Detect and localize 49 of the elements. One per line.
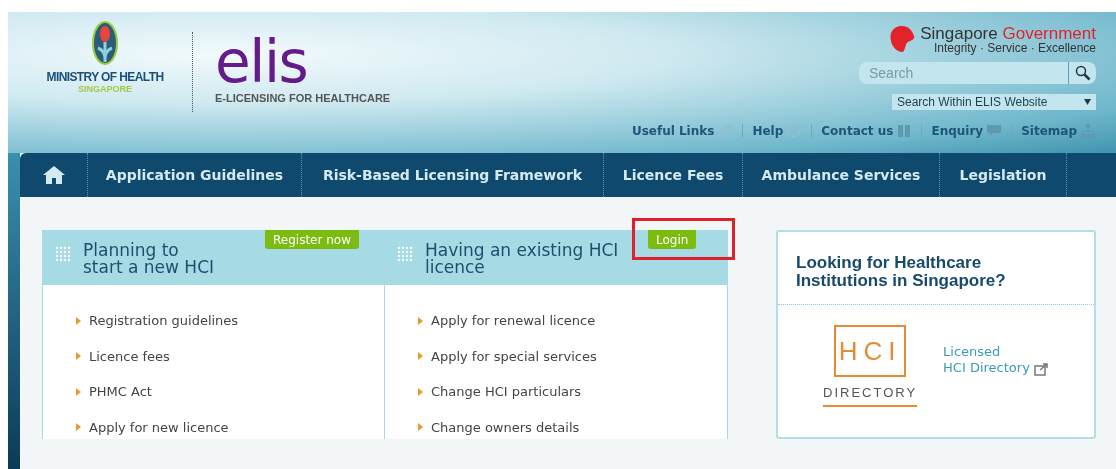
link-icon — [717, 123, 734, 139]
nav-item[interactable]: Ambulance Services — [743, 153, 940, 197]
hci-directory-logo: HCI DIRECTORY — [823, 325, 918, 407]
card-title: Planning to start a new HCI — [83, 242, 215, 279]
card-link[interactable]: Apply for renewal licence — [431, 311, 596, 331]
utility-link[interactable]: Help — [752, 122, 784, 140]
card-link[interactable]: PHMC Act — [89, 382, 152, 402]
nav-item[interactable]: Legislation — [940, 153, 1067, 197]
dots-icon — [397, 246, 413, 262]
bullet-icon — [76, 316, 81, 325]
sitemap-icon — [1080, 123, 1096, 139]
nav-item[interactable]: Application Guidelines — [88, 153, 302, 197]
card-link[interactable]: Licence fees — [89, 346, 170, 366]
bullet-icon — [418, 387, 423, 396]
card-link[interactable]: Change HCI particulars — [431, 382, 582, 402]
bullet-icon — [418, 423, 423, 432]
search-icon — [1074, 65, 1091, 81]
bullet-icon — [76, 387, 81, 396]
search-button[interactable] — [1068, 62, 1096, 84]
card-link[interactable]: Registration guidelines — [89, 311, 239, 331]
utility-link[interactable]: Contact us — [821, 122, 894, 140]
bullet-icon — [76, 423, 81, 432]
utility-link[interactable]: Enquiry — [931, 122, 984, 140]
government-name: Singapore — [920, 23, 998, 43]
nav-item[interactable]: Licence Fees — [604, 153, 743, 197]
government-name: Government — [1002, 23, 1096, 43]
card-title: Having an existing HCI licence — [425, 242, 619, 279]
tagline: E-LICENSING FOR HEALTHCARE — [215, 91, 391, 106]
card-link[interactable]: Change owners details — [431, 417, 580, 437]
search-field[interactable]: Search — [859, 62, 1068, 84]
card-link[interactable]: Apply for special services — [431, 346, 597, 366]
dots-icon — [55, 246, 71, 262]
ministry-country: SINGAPORE — [78, 84, 132, 94]
utility-link[interactable]: Useful Links — [631, 122, 715, 140]
card-link[interactable]: Apply for new licence — [89, 417, 229, 437]
ministry-logo-icon — [92, 20, 118, 66]
external-link-icon — [1033, 362, 1048, 376]
caret-icon — [1084, 99, 1091, 105]
home-icon — [41, 165, 66, 185]
government-motto: Integrity · Service · Excellence — [933, 41, 1096, 54]
speech-bubble-icon — [986, 123, 1003, 139]
nav-item[interactable]: Risk-Based Licensing Framework — [302, 153, 604, 197]
search-scope-dropdown[interactable]: Search Within ELIS Website — [892, 94, 1096, 110]
bullet-icon — [76, 352, 81, 361]
elis-logo: elis — [215, 38, 308, 86]
ministry-name: MINISTRY OF HEALTH — [46, 70, 164, 84]
bullet-icon — [418, 316, 423, 325]
bullet-icon — [418, 352, 423, 361]
directory-title: Looking for Healthcare Institutions in Singapore? — [796, 254, 1007, 290]
